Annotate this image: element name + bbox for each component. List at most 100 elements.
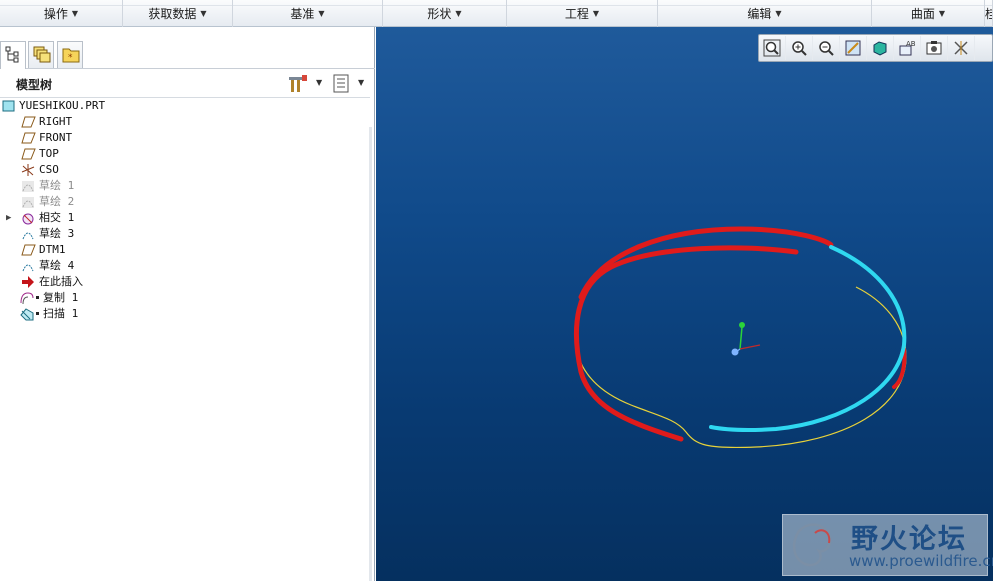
tree-node-label: FRONT — [39, 131, 73, 144]
triad-y-axis — [739, 326, 743, 350]
tree-settings-button[interactable] — [287, 73, 309, 95]
chevron-down-icon: ▼ — [200, 9, 207, 18]
ribbon-group-label: 基准 — [290, 7, 315, 21]
saved-orientations-button[interactable]: AB — [894, 36, 921, 60]
sketch-icon — [22, 232, 34, 240]
refit-icon — [763, 39, 781, 57]
forum-logo-icon — [792, 523, 832, 567]
navigator-panel: * 模型树 ▼ ▼ YUESHIKOU.PRT RIGHT FRONT TOP — [0, 27, 375, 581]
zoom-in-button[interactable] — [786, 36, 813, 60]
ribbon-group-label: 曲面 — [910, 7, 935, 21]
graphics-viewport[interactable]: AB 野火论坛 www.proewildfire.cn — [376, 27, 993, 581]
layers-tab-icon — [33, 46, 51, 63]
ribbon-group-operations[interactable]: 操作 ▼ — [0, 0, 123, 27]
cyan-curve — [709, 245, 907, 433]
copy-feature-icon — [20, 292, 34, 305]
refit-button[interactable] — [759, 36, 786, 60]
part-icon — [2, 100, 15, 112]
ribbon-group-engineering[interactable]: 工程 ▼ — [507, 0, 658, 27]
tree-filters-button[interactable] — [332, 73, 352, 95]
tree-node-part[interactable]: YUESHIKOU.PRT — [0, 98, 360, 114]
datum-plane-icon — [21, 244, 36, 256]
tree-node-label: RIGHT — [39, 115, 73, 128]
datum-plane-icon — [21, 116, 36, 128]
ribbon-group-surfaces[interactable]: 曲面 ▼ — [872, 0, 985, 27]
intersect-icon — [22, 213, 34, 225]
svg-text:AB: AB — [906, 40, 916, 48]
tree-node-sketch-1[interactable]: 草绘 1 — [0, 178, 360, 194]
tree-node-label: 复制 1 — [43, 291, 79, 304]
display-style-button[interactable] — [867, 36, 894, 60]
coordinate-system-icon — [21, 164, 35, 176]
tree-node-insert-here[interactable]: 在此插入 — [0, 274, 360, 290]
ribbon-group-label: 桂 — [985, 5, 992, 22]
red-curve-inner — [574, 245, 799, 442]
sweep-feature-icon — [20, 308, 34, 321]
repaint-button[interactable] — [840, 36, 867, 60]
ribbon-group-editing[interactable]: 编辑 ▼ — [658, 0, 872, 27]
chevron-down-icon: ▼ — [592, 9, 600, 18]
ribbon-group-label: 操作 — [43, 7, 68, 21]
tree-node-label: 相交 1 — [39, 211, 75, 224]
repaint-icon — [845, 40, 861, 56]
tree-node-dtm1[interactable]: DTM1 — [0, 242, 360, 258]
graphics-toolbar: AB — [758, 34, 993, 62]
tree-node-front[interactable]: FRONT — [0, 130, 360, 146]
chevron-down-icon: ▼ — [938, 9, 946, 18]
insert-here-arrow-icon — [22, 276, 34, 288]
tree-node-intersect-1[interactable]: ▶ 相交 1 — [0, 210, 360, 226]
triad-origin — [731, 348, 739, 356]
chevron-down-icon: ▼ — [455, 9, 462, 18]
tree-settings-icon — [289, 75, 307, 92]
tab-model-tree[interactable] — [0, 41, 26, 69]
tab-favorites[interactable]: * — [57, 41, 83, 68]
ribbon-group-shapes[interactable]: 形状 ▼ — [383, 0, 507, 27]
ribbon-group-label: 工程 — [564, 7, 589, 21]
chevron-down-icon: ▼ — [71, 9, 79, 18]
tree-node-sketch-3[interactable]: 草绘 3 — [0, 226, 360, 242]
sketch-icon — [22, 264, 34, 272]
zoom-out-icon — [819, 41, 834, 56]
tree-node-sweep-1[interactable]: 扫描 1 — [0, 306, 360, 322]
ribbon-group-overflow[interactable]: 桂 — [985, 0, 993, 27]
expand-arrow-icon[interactable]: ▶ — [6, 210, 11, 226]
ribbon-group-label: 编辑 — [747, 7, 772, 21]
ribbon-group-bar: 操作▼ 获取数据▼ 基准▼ 形状▼ 工程▼ 编辑▼ 曲面▼ 桂 — [0, 0, 993, 27]
svg-text:*: * — [68, 53, 73, 63]
tree-node-label: 在此插入 — [39, 275, 83, 288]
watermark-name: 野火论坛 — [851, 524, 967, 555]
ribbon-group-label: 获取数据 — [148, 7, 197, 21]
saved-orientations-icon: AB — [899, 40, 916, 56]
model-tree-tab-icon — [5, 46, 19, 63]
model-tree-header: 模型树 ▼ ▼ — [0, 70, 370, 98]
chevron-down-icon[interactable]: ▼ — [358, 78, 364, 87]
tree-node-label: 草绘 1 — [39, 179, 75, 192]
triad-y-tip — [739, 322, 745, 328]
tree-node-sketch-4[interactable]: 草绘 4 — [0, 258, 360, 274]
datum-display-filters-button[interactable] — [948, 36, 975, 60]
datum-plane-icon — [21, 148, 36, 160]
forum-watermark: 野火论坛 www.proewildfire.cn — [782, 514, 993, 576]
ribbon-group-label: 形状 — [427, 7, 452, 21]
tree-node-label: 草绘 2 — [39, 195, 75, 208]
ribbon-group-get-data[interactable]: 获取数据 ▼ — [123, 0, 233, 27]
triad-x-axis — [739, 344, 761, 350]
tab-layers[interactable] — [28, 41, 54, 68]
view-manager-button[interactable] — [921, 36, 948, 60]
tree-node-csys[interactable]: CSO — [0, 162, 360, 178]
tree-node-right[interactable]: RIGHT — [0, 114, 360, 130]
feature-marker-icon — [36, 312, 39, 315]
model-geometry — [574, 226, 907, 449]
ribbon-group-datum[interactable]: 基准 ▼ — [233, 0, 383, 27]
feature-marker-icon — [36, 296, 39, 299]
tree-node-top[interactable]: TOP — [0, 146, 360, 162]
tree-node-label: TOP — [39, 147, 59, 160]
panel-scrollbar[interactable] — [369, 127, 372, 581]
tree-node-sketch-2[interactable]: 草绘 2 — [0, 194, 360, 210]
zoom-out-button[interactable] — [813, 36, 840, 60]
chevron-down-icon[interactable]: ▼ — [316, 78, 322, 87]
datum-plane-icon — [21, 132, 36, 144]
navigator-tabs: * — [0, 39, 375, 69]
tree-node-copy-1[interactable]: 复制 1 — [0, 290, 360, 306]
display-style-icon — [873, 41, 887, 56]
